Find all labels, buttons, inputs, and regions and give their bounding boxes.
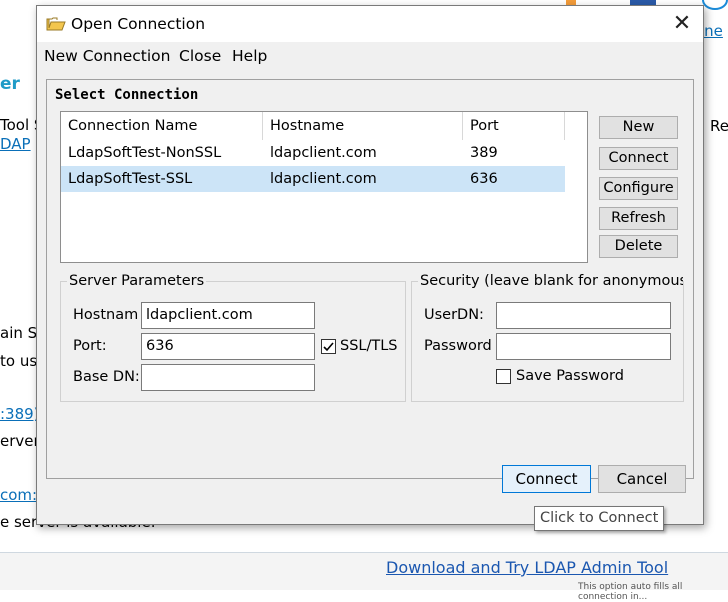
- bg-link-1[interactable]: DAP: [0, 135, 31, 153]
- hostname-input[interactable]: ldapclient.com: [141, 302, 315, 329]
- bg-heading: er: [0, 74, 20, 94]
- bg-link-3[interactable]: com:: [0, 486, 37, 504]
- bg-text-4: erver: [0, 432, 40, 450]
- port-input[interactable]: 636: [141, 333, 315, 360]
- checkmark-icon: [323, 342, 334, 352]
- bg-footer-link[interactable]: Download and Try LDAP Admin Tool: [386, 558, 668, 577]
- table-row[interactable]: LdapSoftTest-NonSSL ldapclient.com 389: [61, 140, 565, 166]
- server-parameters-group: Server Parameters Hostnam ldapclient.com…: [60, 273, 406, 402]
- connect-button[interactable]: Connect: [502, 465, 591, 493]
- hostname-label: Hostnam: [73, 307, 139, 323]
- save-password-label: Save Password: [516, 368, 624, 384]
- bg-footer-small: This option auto fills all connection in…: [578, 582, 683, 602]
- title-bar[interactable]: Open Connection ✕: [37, 6, 703, 42]
- ssl-checkbox[interactable]: [321, 339, 336, 354]
- bg-text-3: to us: [0, 352, 38, 370]
- bg-circle-icon: [702, 0, 728, 10]
- window-title: Open Connection: [71, 15, 206, 33]
- select-connection-panel: Select Connection Connection Name Hostna…: [46, 79, 694, 479]
- row-port: 636: [470, 171, 498, 187]
- save-password-checkbox[interactable]: [496, 369, 511, 384]
- userdn-label: UserDN:: [424, 307, 484, 323]
- open-connection-dialog: Open Connection ✕ New Connection Close H…: [36, 5, 704, 525]
- security-title: Security (leave blank for anonymous): [418, 273, 683, 289]
- connection-table[interactable]: Connection Name Hostname Port LdapSoftTe…: [60, 111, 588, 263]
- password-label: Password: [424, 338, 492, 354]
- row-name: LdapSoftTest-NonSSL: [68, 145, 222, 161]
- connect-side-button[interactable]: Connect: [599, 147, 678, 170]
- row-hostname: ldapclient.com: [270, 171, 377, 187]
- security-group: Security (leave blank for anonymous) Use…: [411, 273, 684, 402]
- password-input[interactable]: [496, 333, 671, 360]
- refresh-button[interactable]: Refresh: [599, 207, 678, 230]
- menu-close[interactable]: Close: [179, 47, 221, 65]
- close-icon[interactable]: ✕: [669, 10, 695, 38]
- column-header-hostname[interactable]: Hostname: [263, 112, 463, 140]
- menu-new-connection[interactable]: New Connection: [44, 47, 170, 65]
- column-header-name[interactable]: Connection Name: [61, 112, 263, 140]
- folder-open-icon: [46, 17, 66, 31]
- new-button[interactable]: New: [599, 116, 678, 139]
- menu-bar: New Connection Close Help: [37, 42, 703, 72]
- basedn-input[interactable]: [141, 364, 315, 391]
- table-row-selected[interactable]: LdapSoftTest-SSL ldapclient.com 636: [61, 166, 565, 192]
- row-name: LdapSoftTest-SSL: [68, 171, 193, 187]
- server-parameters-title: Server Parameters: [67, 273, 207, 289]
- menu-help[interactable]: Help: [232, 47, 267, 65]
- configure-button[interactable]: Configure: [599, 177, 678, 200]
- basedn-label: Base DN:: [73, 369, 140, 385]
- bg-link-2[interactable]: :389): [0, 405, 40, 423]
- ssl-label: SSL/TLS: [340, 338, 398, 354]
- cancel-button[interactable]: Cancel: [598, 465, 686, 493]
- column-header-port[interactable]: Port: [463, 112, 565, 140]
- section-title: Select Connection: [55, 87, 199, 103]
- row-port: 389: [470, 145, 498, 161]
- bg-right-text: Re: [710, 117, 728, 135]
- port-label: Port:: [73, 338, 107, 354]
- row-hostname: ldapclient.com: [270, 145, 377, 161]
- connect-tooltip: Click to Connect: [534, 506, 664, 531]
- delete-button[interactable]: Delete: [599, 235, 678, 258]
- userdn-input[interactable]: [496, 302, 671, 329]
